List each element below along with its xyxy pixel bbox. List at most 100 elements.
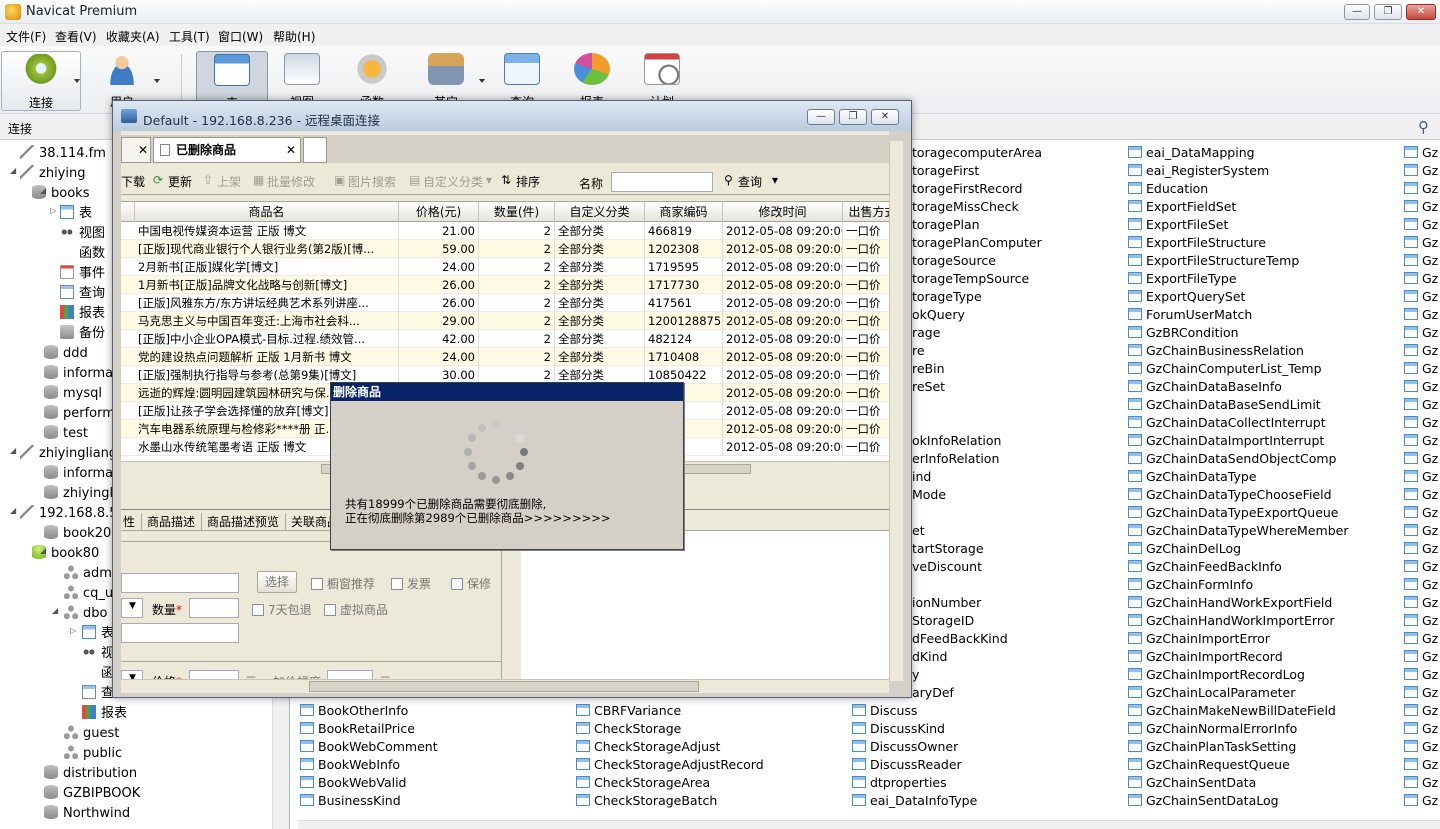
table-object-item[interactable]: Gz bbox=[1404, 432, 1438, 450]
table-object-item[interactable]: torageType bbox=[912, 288, 982, 306]
detail-tab-attributes[interactable]: 性 bbox=[123, 513, 135, 530]
table-object-item[interactable]: Gz bbox=[1404, 450, 1438, 468]
table-object-item[interactable]: Gz bbox=[1404, 216, 1438, 234]
tree-item[interactable]: 查询 bbox=[60, 284, 105, 304]
expand-arrow-icon[interactable]: ◢ bbox=[52, 606, 58, 615]
table-object-item[interactable]: GzChainDataType bbox=[1128, 468, 1257, 486]
table-object-item[interactable]: Gz bbox=[1404, 720, 1438, 738]
select-button[interactable]: 选择 bbox=[257, 571, 297, 593]
table-object-item[interactable]: Gz bbox=[1404, 396, 1438, 414]
tree-item[interactable]: admi bbox=[64, 564, 116, 584]
table-row[interactable]: 1月新书[正版]品牌文化战略与创新[博文] 26.00 2 全部分类 1717730 20… bbox=[121, 276, 889, 294]
table-object-item[interactable]: GzChainSentDataLog bbox=[1128, 792, 1279, 810]
table-object-item[interactable]: eai_DataInfoType bbox=[852, 792, 977, 810]
table-object-item[interactable]: dFeedBackKind bbox=[912, 630, 1008, 648]
tab-deleted-products[interactable]: 已删除商品 ✕ bbox=[153, 137, 301, 163]
column-header[interactable]: 商家编码 bbox=[645, 202, 723, 222]
tree-item[interactable]: distribution bbox=[44, 764, 137, 784]
invoice-checkbox[interactable]: 发票 bbox=[391, 575, 431, 592]
table-object-item[interactable]: GzChainHandWorkImportError bbox=[1128, 612, 1334, 630]
table-object-item[interactable]: BookWebValid bbox=[300, 774, 406, 792]
table-object-item[interactable]: GzChainLocalParameter bbox=[1128, 684, 1295, 702]
expand-arrow-icon[interactable]: ◢ bbox=[10, 506, 16, 515]
tree-item[interactable]: 38.114.fm bbox=[20, 144, 106, 164]
tree-item[interactable]: dbo bbox=[64, 604, 107, 624]
table-object-item[interactable]: Gz bbox=[1404, 288, 1438, 306]
virtual-product-checkbox[interactable]: 虚拟商品 bbox=[324, 601, 388, 618]
recommend-checkbox[interactable]: 橱窗推荐 bbox=[311, 575, 375, 592]
table-object-item[interactable]: BookWebInfo bbox=[300, 756, 400, 774]
menu-window[interactable]: 窗口(W) bbox=[218, 28, 263, 45]
table-object-item[interactable]: GzChainDataSendObjectComp bbox=[1128, 450, 1336, 468]
table-object-item[interactable]: Gz bbox=[1404, 414, 1438, 432]
table-object-item[interactable]: Education bbox=[1128, 180, 1208, 198]
table-object-item[interactable]: GzChainFormInfo bbox=[1128, 576, 1253, 594]
connect-dropdown-icon[interactable] bbox=[74, 79, 80, 83]
table-object-item[interactable]: GzChainImportRecordLog bbox=[1128, 666, 1305, 684]
tree-item[interactable]: informat bbox=[44, 464, 118, 484]
table-object-item[interactable]: dKind bbox=[912, 648, 947, 666]
delete-progress-dialog[interactable]: 删除商品 共有18999个已删除商品需要彻底删除, 正在彻底删除第2989个已删… bbox=[330, 382, 684, 550]
warranty-checkbox[interactable]: 保修 bbox=[451, 575, 491, 592]
tree-item[interactable]: 备份 bbox=[60, 324, 105, 344]
query-dropdown-icon[interactable]: ▾ bbox=[772, 173, 778, 187]
table-object-item[interactable]: Gz bbox=[1404, 702, 1438, 720]
table-object-item[interactable]: Discuss bbox=[852, 702, 917, 720]
table-object-item[interactable]: GzChainRequestQueue bbox=[1128, 756, 1290, 774]
tree-item[interactable]: mysql bbox=[44, 384, 102, 404]
batch-edit-button[interactable]: 批量修改 bbox=[267, 173, 315, 190]
table-object-item[interactable]: okInfoRelation bbox=[912, 432, 1001, 450]
table-object-item[interactable]: GzChainDelLog bbox=[1128, 540, 1241, 558]
tree-item[interactable]: 报表 bbox=[82, 704, 127, 724]
table-object-item[interactable]: Gz bbox=[1404, 756, 1438, 774]
minimize-button[interactable]: — bbox=[1344, 4, 1370, 20]
table-object-item[interactable]: GzChainHandWorkExportField bbox=[1128, 594, 1332, 612]
table-object-item[interactable]: toragePlanComputer bbox=[912, 234, 1042, 252]
table-object-item[interactable]: GzChainDataTypeWhereMember bbox=[1128, 522, 1348, 540]
expand-arrow-icon[interactable]: ▷ bbox=[70, 626, 76, 635]
table-object-item[interactable]: GzChainNormalErrorInfo bbox=[1128, 720, 1297, 738]
column-header[interactable]: 出售方式 bbox=[843, 202, 889, 222]
table-object-item[interactable]: Gz bbox=[1404, 162, 1438, 180]
table-object-item[interactable]: Gz bbox=[1404, 144, 1438, 162]
new-tab-button[interactable] bbox=[303, 137, 327, 163]
menu-help[interactable]: 帮助(H) bbox=[273, 28, 315, 45]
table-object-item[interactable]: toragePlan bbox=[912, 216, 980, 234]
tab-close-icon[interactable]: ✕ bbox=[286, 138, 296, 162]
description-editor[interactable] bbox=[521, 531, 889, 691]
table-object-item[interactable]: Gz bbox=[1404, 774, 1438, 792]
table-object-item[interactable]: GzChainDataImportInterrupt bbox=[1128, 432, 1324, 450]
sort-button[interactable]: 排序 bbox=[516, 173, 540, 190]
table-object-item[interactable]: Gz bbox=[1404, 684, 1438, 702]
table-object-item[interactable]: GzChainDataCollectInterrupt bbox=[1128, 414, 1326, 432]
table-object-item[interactable]: y bbox=[912, 666, 919, 684]
tree-item[interactable]: 报表 bbox=[60, 304, 105, 324]
table-object-item[interactable]: re bbox=[912, 342, 925, 360]
table-object-item[interactable]: GzChainDataTypeChooseField bbox=[1128, 486, 1332, 504]
expand-arrow-icon[interactable]: ◢ bbox=[40, 546, 46, 555]
remote-close-button[interactable]: ✕ bbox=[871, 109, 899, 125]
table-object-item[interactable]: rage bbox=[912, 324, 940, 342]
table-row[interactable]: 2月新书[正版]媒化学[博文] 24.00 2 全部分类 1719595 2012-05-… bbox=[121, 258, 889, 276]
tree-item[interactable]: Northwind bbox=[44, 804, 130, 824]
table-object-item[interactable]: Gz bbox=[1404, 360, 1438, 378]
table-object-item[interactable]: Gz bbox=[1404, 612, 1438, 630]
table-object-item[interactable]: Gz bbox=[1404, 378, 1438, 396]
table-object-item[interactable]: toragecomputerArea bbox=[912, 144, 1042, 162]
extra-input[interactable] bbox=[121, 623, 239, 643]
expand-arrow-icon[interactable]: ▷ bbox=[50, 206, 56, 215]
tree-item[interactable]: zhiyingliang bbox=[20, 444, 117, 464]
tree-item[interactable]: 视图 bbox=[60, 224, 105, 244]
prev-tab-close-button[interactable]: ✕ bbox=[121, 137, 151, 163]
table-object-item[interactable]: Gz bbox=[1404, 342, 1438, 360]
tree-item[interactable]: guest bbox=[64, 724, 119, 744]
table-object-item[interactable]: ExportFileStructureTemp bbox=[1128, 252, 1299, 270]
table-object-item[interactable]: torageFirst bbox=[912, 162, 979, 180]
column-header[interactable]: 价格(元) bbox=[399, 202, 479, 222]
menu-file[interactable]: 文件(F) bbox=[6, 28, 46, 45]
expand-arrow-icon[interactable]: ◢ bbox=[40, 186, 46, 195]
other-dropdown-icon[interactable] bbox=[479, 79, 485, 83]
category-input[interactable] bbox=[121, 573, 239, 593]
table-object-item[interactable]: ExportFileStructure bbox=[1128, 234, 1266, 252]
query-search-button[interactable]: 查询 bbox=[738, 173, 762, 190]
